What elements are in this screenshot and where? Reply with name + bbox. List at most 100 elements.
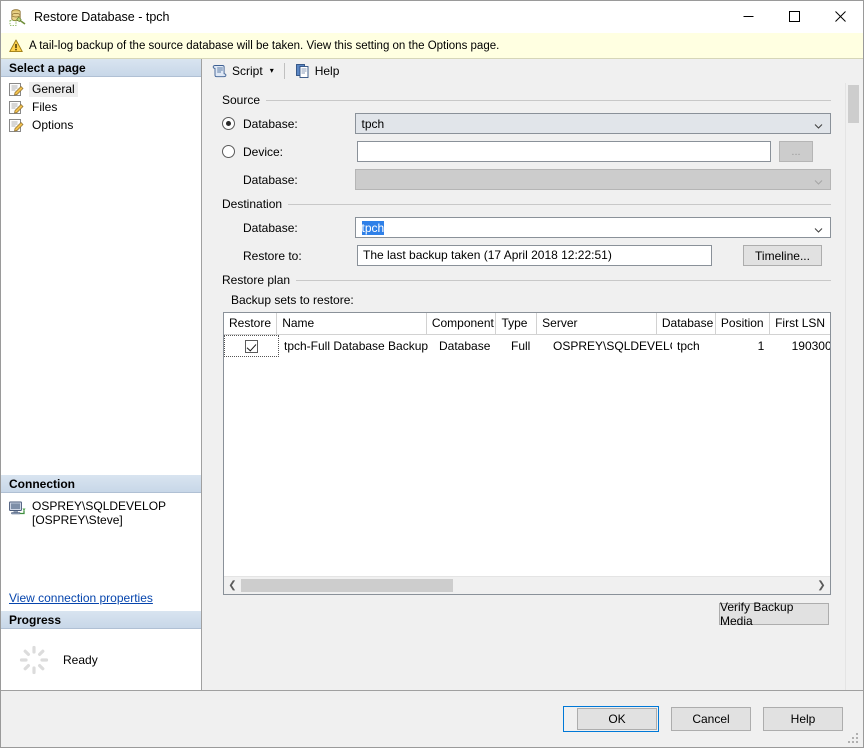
source-database-combo[interactable]: tpch: [354, 113, 831, 134]
scroll-left-arrow-icon[interactable]: ❮: [224, 577, 241, 594]
column-header-component[interactable]: Component: [426, 313, 497, 334]
destination-database-label: Database:: [243, 220, 298, 235]
progress-status: Ready: [63, 652, 98, 667]
restore-plan-group: Restore plan Backup sets to restore: Res…: [222, 273, 831, 628]
source-device-browse-button[interactable]: ...: [779, 141, 813, 162]
column-header-first-lsn[interactable]: First LSN: [770, 313, 830, 334]
source-group-rule: [266, 99, 831, 101]
source-device-database-row: Database:: [222, 169, 831, 190]
chevron-down-icon: [814, 223, 823, 233]
page-options-icon: [9, 118, 24, 133]
source-device-database-label: Database:: [243, 172, 298, 187]
chevron-down-icon: [814, 175, 823, 185]
general-page: Source Database: tpch Device: ... Databa…: [202, 83, 845, 690]
connection-text: OSPREY\SQLDEVELOP [OSPREY\Steve]: [32, 499, 166, 527]
verify-backup-media-button[interactable]: Verify Backup Media: [719, 600, 829, 628]
sidebar: Select a page General Files Options Conn…: [1, 59, 202, 691]
dialog-body: Select a page General Files Options Conn…: [1, 59, 863, 691]
toolbar-separator: [283, 63, 285, 79]
progress-panel: Ready: [1, 629, 201, 690]
source-group-title: Source: [222, 93, 831, 107]
close-button[interactable]: [817, 1, 863, 32]
caption-buttons: [725, 1, 863, 32]
connection-panel: OSPREY\SQLDEVELOP [OSPREY\Steve] View co…: [1, 493, 201, 611]
ok-button[interactable]: OK: [577, 708, 657, 730]
cell-restore[interactable]: [224, 335, 279, 357]
sidebar-item-options-label: Options: [32, 118, 74, 132]
content-vertical-scrollbar[interactable]: [845, 83, 863, 690]
help-toolbar-button[interactable]: Help: [291, 60, 344, 82]
content-area: Script ▾ Help Source Database: tpch Devi…: [202, 59, 863, 691]
ok-button-focus-ring: OK: [563, 706, 659, 732]
source-device-input[interactable]: [357, 141, 771, 162]
sidebar-item-general[interactable]: General: [9, 81, 191, 98]
cancel-button[interactable]: Cancel: [671, 707, 751, 731]
destination-group-rule: [288, 203, 831, 205]
restore-database-dialog: Restore Database - tpch A tail-log backu…: [0, 0, 864, 748]
destination-restore-to-row: Restore to: The last backup taken (17 Ap…: [222, 245, 831, 266]
progress-spinner-icon: [19, 645, 49, 675]
cell-database: tpch: [677, 339, 700, 353]
connection-server: OSPREY\SQLDEVELOP: [32, 499, 167, 513]
column-header-type[interactable]: Type: [496, 313, 538, 334]
source-database-label: Database:: [243, 116, 298, 131]
page-general-icon: [9, 82, 24, 97]
scroll-thumb[interactable]: [241, 579, 453, 592]
maximize-button[interactable]: [771, 1, 817, 32]
source-device-row: Device: ...: [222, 141, 831, 162]
source-group: Source Database: tpch Device: ... Databa…: [222, 93, 831, 190]
column-header-position[interactable]: Position: [715, 313, 771, 334]
page-list: General Files Options: [1, 77, 201, 135]
chevron-down-icon[interactable]: ▾: [270, 67, 274, 75]
grid-empty-area: [224, 357, 830, 576]
destination-restore-to-label: Restore to:: [243, 248, 302, 263]
source-device-label: Device:: [243, 144, 284, 159]
help-document-icon: [295, 63, 311, 79]
sidebar-item-files-label: Files: [32, 100, 58, 114]
help-toolbar-label: Help: [314, 64, 340, 78]
restore-checkbox[interactable]: [245, 339, 258, 353]
destination-group-title: Destination: [222, 197, 831, 211]
destination-database-combo[interactable]: tpch: [354, 217, 831, 238]
column-header-name[interactable]: Name: [277, 313, 427, 334]
destination-restore-to-value: The last backup taken (17 April 2018 12:…: [357, 245, 712, 266]
view-connection-properties-link[interactable]: View connection properties: [9, 591, 153, 605]
source-database-row: Database: tpch: [222, 113, 831, 134]
backup-sets-grid[interactable]: Restore Name Component Type Server Datab…: [223, 312, 831, 595]
restore-plan-group-rule: [296, 279, 831, 281]
help-button[interactable]: Help: [763, 707, 843, 731]
grid-header-row: Restore Name Component Type Server Datab…: [224, 313, 830, 335]
column-header-database[interactable]: Database: [656, 313, 716, 334]
column-header-server[interactable]: Server: [537, 313, 657, 334]
tail-log-warning-bar: A tail-log backup of the source database…: [1, 33, 863, 59]
scroll-track[interactable]: [241, 577, 813, 594]
server-connection-icon: [9, 501, 26, 517]
source-group-label: Source: [222, 93, 261, 107]
source-database-radio[interactable]: [222, 117, 235, 130]
restore-plan-group-label: Restore plan: [222, 273, 291, 287]
content-scroll-thumb[interactable]: [848, 85, 859, 123]
column-header-restore[interactable]: Restore: [224, 313, 278, 334]
connection-row: OSPREY\SQLDEVELOP [OSPREY\Steve]: [9, 499, 201, 527]
source-device-database-combo: [354, 169, 831, 190]
toolbar: Script ▾ Help: [202, 59, 863, 83]
source-database-value: tpch: [361, 116, 385, 131]
sidebar-item-options[interactable]: Options: [9, 117, 191, 134]
grid-horizontal-scrollbar[interactable]: ❮ ❯: [224, 576, 830, 594]
resize-grip[interactable]: [846, 731, 858, 743]
restore-cell-focus: [224, 335, 279, 357]
sidebar-item-files[interactable]: Files: [9, 99, 191, 116]
minimize-button[interactable]: [725, 1, 771, 32]
timeline-button[interactable]: Timeline...: [743, 245, 822, 266]
table-row[interactable]: tpch-Full Database Backup Database Full …: [224, 335, 830, 357]
backup-sets-label: Backup sets to restore:: [231, 293, 354, 307]
warning-triangle-icon: [9, 39, 23, 53]
window-title: Restore Database - tpch: [34, 9, 170, 24]
sidebar-item-general-label: General: [29, 82, 78, 97]
scroll-right-arrow-icon[interactable]: ❯: [813, 577, 830, 594]
panes: Source Database: tpch Device: ... Databa…: [202, 83, 863, 690]
script-label: Script: [232, 64, 263, 78]
cell-position: 1: [757, 339, 765, 353]
source-device-radio[interactable]: [222, 145, 235, 158]
script-button[interactable]: Script ▾: [208, 60, 278, 82]
